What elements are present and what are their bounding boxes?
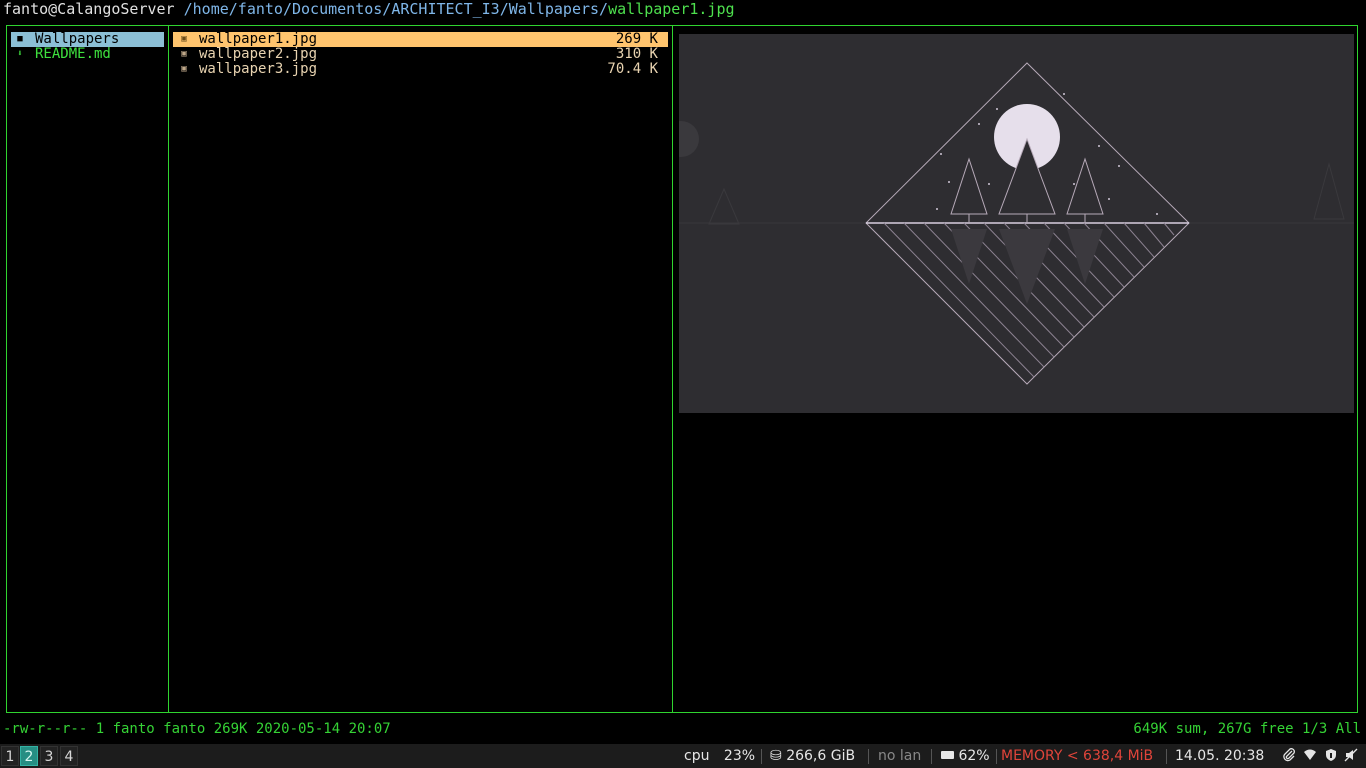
status-line: -rw-r--r-- 1 fanto fanto 269K 2020-05-14… bbox=[3, 720, 1361, 738]
clock: 14.05. 20:38 bbox=[1175, 748, 1265, 764]
battery-icon bbox=[941, 751, 954, 759]
disk-indicator: ⛁ 266,6 GiB bbox=[770, 744, 855, 768]
file-name: wallpaper3.jpg bbox=[199, 61, 318, 77]
separator bbox=[931, 749, 932, 764]
volume-muted-tray-icon[interactable] bbox=[1343, 748, 1359, 764]
path-bar: fanto@CalangoServer /home/fanto/Document… bbox=[3, 0, 735, 18]
image-file-icon: ▣ bbox=[181, 64, 187, 74]
memory-indicator: MEMORY < 638,4 MiB bbox=[1001, 748, 1154, 764]
workspace-2-button[interactable]: 2 bbox=[20, 746, 38, 766]
lan-indicator: no lan bbox=[878, 748, 922, 764]
current-directory-pane: ▣ wallpaper1.jpg 269 K ▣ wallpaper2.jpg 31… bbox=[168, 25, 673, 713]
parent-directory-pane: ■ Wallpapers ⬇ README.md bbox=[6, 25, 169, 713]
preview-pane bbox=[672, 25, 1358, 713]
cpu-value: 23% bbox=[723, 748, 756, 764]
cpu-indicator: cpu 23% bbox=[684, 744, 755, 768]
file-size: 310 K bbox=[615, 46, 658, 62]
parent-item-label: Wallpapers bbox=[35, 31, 120, 47]
workspace-3-button[interactable]: 3 bbox=[40, 746, 58, 766]
separator bbox=[996, 749, 997, 764]
current-file: wallpaper1.jpg bbox=[608, 0, 735, 18]
separator bbox=[1166, 749, 1167, 764]
file-name: wallpaper1.jpg bbox=[199, 31, 318, 47]
shield-tray-icon[interactable] bbox=[1323, 748, 1339, 764]
parent-item-label: README.md bbox=[35, 46, 111, 62]
separator bbox=[868, 749, 869, 764]
wallpaper-illustration bbox=[679, 34, 1354, 413]
download-file-icon: ⬇ bbox=[17, 49, 23, 59]
parent-item-readme[interactable]: ⬇ README.md bbox=[11, 47, 164, 62]
image-file-icon: ▣ bbox=[181, 34, 187, 44]
workspace-1-button[interactable]: 1 bbox=[1, 746, 19, 766]
wifi-tray-icon[interactable] bbox=[1302, 748, 1318, 764]
cpu-label: cpu bbox=[684, 748, 710, 764]
wallpaper-preview-image bbox=[679, 34, 1354, 413]
directory-summary: 649K sum, 267G free 1/3 All bbox=[1133, 721, 1361, 737]
battery-value: 62% bbox=[958, 748, 990, 764]
battery-indicator: 62% bbox=[941, 744, 990, 768]
file-row-wallpaper3[interactable]: ▣ wallpaper3.jpg 70.4 K bbox=[173, 62, 668, 77]
image-file-icon: ▣ bbox=[181, 49, 187, 59]
file-size: 70.4 K bbox=[607, 61, 658, 77]
i3-status-bar: 1 2 3 4 cpu 23% ⛁ 266,6 GiB no lan 62% M… bbox=[0, 744, 1366, 768]
user-host: fanto@CalangoServer bbox=[3, 0, 175, 18]
disk-value: 266,6 GiB bbox=[786, 748, 856, 764]
paperclip-tray-icon[interactable] bbox=[1281, 748, 1297, 764]
workspace-4-button[interactable]: 4 bbox=[60, 746, 78, 766]
file-permissions-info: -rw-r--r-- 1 fanto fanto 269K 2020-05-14… bbox=[3, 721, 391, 737]
current-path: /home/fanto/Documentos/ARCHITECT_I3/Wall… bbox=[183, 0, 609, 18]
parent-item-wallpapers[interactable]: ■ Wallpapers bbox=[11, 32, 164, 47]
disk-icon: ⛁ bbox=[770, 748, 782, 764]
separator bbox=[761, 749, 762, 764]
folder-icon: ■ bbox=[17, 34, 23, 44]
file-row-wallpaper1[interactable]: ▣ wallpaper1.jpg 269 K bbox=[173, 32, 668, 47]
file-size: 269 K bbox=[615, 31, 658, 47]
file-row-wallpaper2[interactable]: ▣ wallpaper2.jpg 310 K bbox=[173, 47, 668, 62]
file-name: wallpaper2.jpg bbox=[199, 46, 318, 62]
